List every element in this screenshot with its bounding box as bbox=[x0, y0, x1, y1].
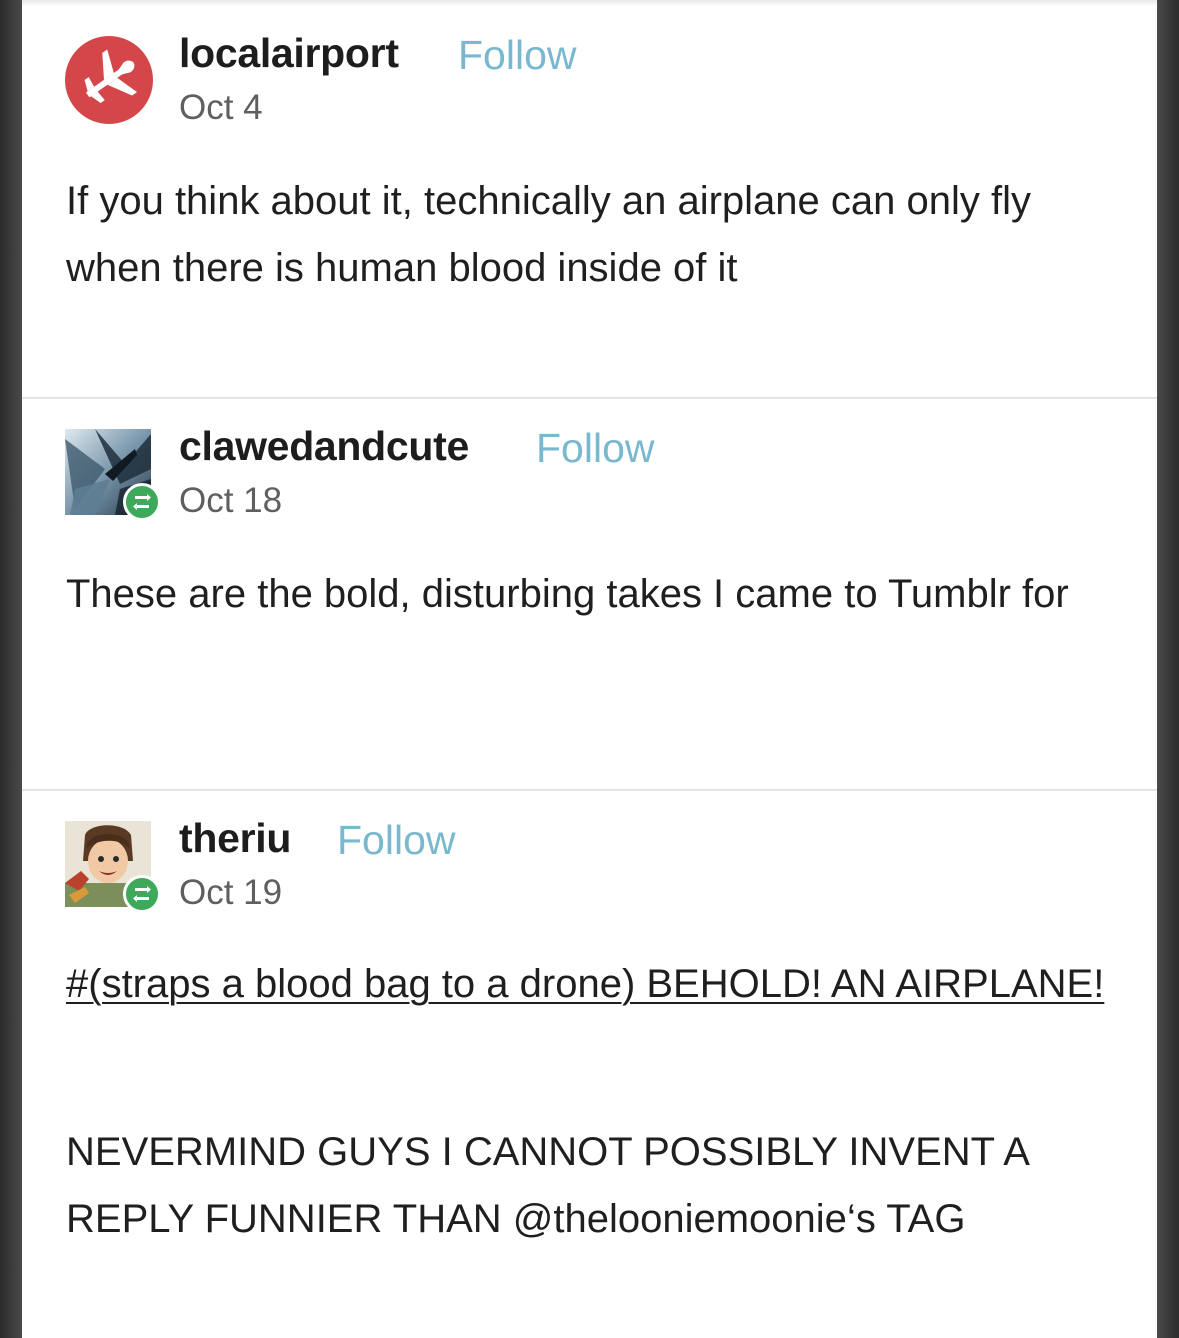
post-body: If you think about it, technically an ai… bbox=[66, 179, 1031, 290]
post-body-suffix: ‘s TAG bbox=[846, 1197, 966, 1241]
airplane-icon bbox=[84, 49, 138, 103]
username-clawedandcute[interactable]: clawedandcute bbox=[179, 423, 469, 470]
avatar-clawedandcute[interactable] bbox=[65, 429, 161, 521]
reblog-icon bbox=[123, 483, 161, 521]
screenshot-frame-left bbox=[0, 0, 22, 1338]
post-clawedandcute: clawedandcute Follow Oct 18 These are th… bbox=[22, 399, 1157, 789]
post-date: Oct 18 bbox=[179, 481, 283, 520]
screenshot-frame-right bbox=[1157, 0, 1179, 1338]
follow-button-clawedandcute[interactable]: Follow bbox=[536, 425, 654, 472]
post-theriu: theriu Follow Oct 19 #(straps a blood ba… bbox=[22, 791, 1157, 1338]
user-mention-link[interactable]: @thelooniemoonie bbox=[513, 1197, 847, 1241]
post-body: NEVERMIND GUYS I CANNOT POSSIBLY INVENT … bbox=[66, 1119, 1126, 1253]
post-tag[interactable]: #(straps a blood bag to a drone) BEHOLD!… bbox=[66, 951, 1126, 1018]
username-theriu[interactable]: theriu bbox=[179, 815, 291, 862]
follow-button-localairport[interactable]: Follow bbox=[458, 32, 576, 79]
avatar-theriu[interactable] bbox=[65, 821, 161, 913]
post-thread: localairport Follow Oct 4 If you think a… bbox=[22, 0, 1157, 1338]
username-localairport[interactable]: localairport bbox=[179, 30, 399, 77]
post-localairport: localairport Follow Oct 4 If you think a… bbox=[22, 0, 1157, 397]
follow-button-theriu[interactable]: Follow bbox=[337, 817, 455, 864]
post-date: Oct 4 bbox=[179, 88, 263, 127]
avatar-localairport[interactable] bbox=[65, 36, 153, 124]
reblog-icon bbox=[123, 875, 161, 913]
post-body: These are the bold, disturbing takes I c… bbox=[66, 572, 1069, 616]
post-date: Oct 19 bbox=[179, 873, 283, 912]
